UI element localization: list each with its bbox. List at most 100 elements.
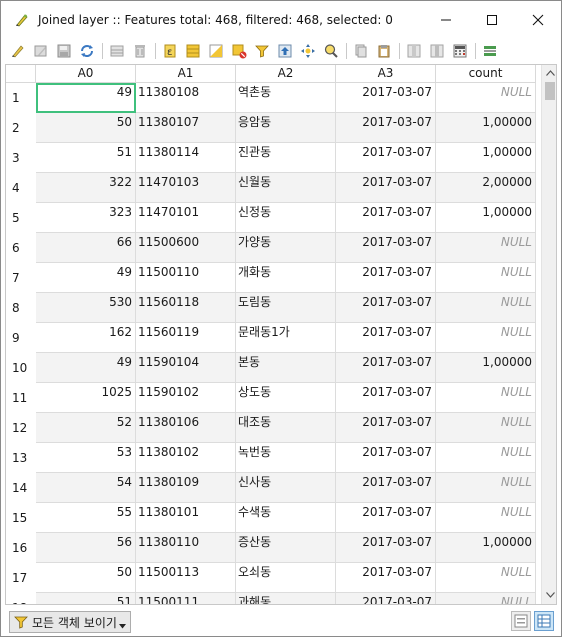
table-cell-a1[interactable]: 11560118 bbox=[136, 293, 236, 323]
table-corner[interactable] bbox=[6, 65, 36, 83]
table-cell-a1[interactable]: 11380101 bbox=[136, 503, 236, 533]
maximize-button[interactable] bbox=[469, 1, 515, 39]
column-header[interactable]: count bbox=[436, 65, 536, 83]
table-cell-a0[interactable]: 49 bbox=[36, 263, 136, 293]
table-cell-a0[interactable]: 49 bbox=[36, 353, 136, 383]
table-cell-a1[interactable]: 11500111 bbox=[136, 593, 236, 604]
table-cell-a2[interactable]: 본동 bbox=[236, 353, 336, 383]
table-cell-a2[interactable]: 상도동 bbox=[236, 383, 336, 413]
table-cell-a0[interactable]: 55 bbox=[36, 503, 136, 533]
table-cell-a0[interactable]: 162 bbox=[36, 323, 136, 353]
row-header[interactable]: 3 bbox=[6, 151, 36, 165]
reload-icon[interactable] bbox=[77, 41, 97, 61]
table-cell-a2[interactable]: 과해동 bbox=[236, 593, 336, 604]
table-cell-count[interactable]: 1,00000 bbox=[436, 113, 536, 143]
table-cell-count[interactable]: NULL bbox=[436, 563, 536, 593]
table-cell-a3[interactable]: 2017-03-07 bbox=[336, 383, 436, 413]
table-cell-a0[interactable]: 54 bbox=[36, 473, 136, 503]
move-selection-top-icon[interactable] bbox=[275, 41, 295, 61]
scroll-up-button[interactable] bbox=[542, 65, 556, 81]
table-cell-a1[interactable]: 11590104 bbox=[136, 353, 236, 383]
column-header[interactable]: A1 bbox=[136, 65, 236, 83]
table-cell-count[interactable]: NULL bbox=[436, 263, 536, 293]
field-calculator-icon[interactable] bbox=[450, 41, 470, 61]
table-cell-a2[interactable]: 오쇠동 bbox=[236, 563, 336, 593]
table-cell-a0[interactable]: 56 bbox=[36, 533, 136, 563]
table-cell-a0[interactable]: 52 bbox=[36, 413, 136, 443]
table-cell-a1[interactable]: 11470101 bbox=[136, 203, 236, 233]
row-header[interactable]: 13 bbox=[6, 451, 36, 465]
table-cell-a0[interactable]: 53 bbox=[36, 443, 136, 473]
scrollbar-thumb[interactable] bbox=[545, 82, 555, 100]
column-header[interactable]: A2 bbox=[236, 65, 336, 83]
column-header[interactable]: A0 bbox=[36, 65, 136, 83]
table-cell-a2[interactable]: 가양동 bbox=[236, 233, 336, 263]
table-cell-a3[interactable]: 2017-03-07 bbox=[336, 143, 436, 173]
form-view-button[interactable] bbox=[511, 611, 531, 631]
row-header[interactable]: 9 bbox=[6, 331, 36, 345]
row-header[interactable]: 14 bbox=[6, 481, 36, 495]
row-header[interactable]: 4 bbox=[6, 181, 36, 195]
table-cell-count[interactable]: NULL bbox=[436, 83, 536, 113]
table-view-button[interactable] bbox=[534, 611, 554, 631]
row-header[interactable]: 17 bbox=[6, 571, 36, 585]
title-bar[interactable]: Joined layer :: Features total: 468, fil… bbox=[1, 1, 561, 39]
table-cell-a0[interactable]: 51 bbox=[36, 143, 136, 173]
table-cell-count[interactable]: 1,00000 bbox=[436, 353, 536, 383]
table-cell-a2[interactable]: 진관동 bbox=[236, 143, 336, 173]
toggle-editing-icon[interactable] bbox=[8, 41, 28, 61]
delete-field-icon[interactable] bbox=[427, 41, 447, 61]
row-header[interactable]: 15 bbox=[6, 511, 36, 525]
close-button[interactable] bbox=[515, 1, 561, 39]
table-cell-a3[interactable]: 2017-03-07 bbox=[336, 353, 436, 383]
zoom-to-selection-icon[interactable] bbox=[321, 41, 341, 61]
table-cell-a1[interactable]: 11380109 bbox=[136, 473, 236, 503]
table-cell-a2[interactable]: 녹번동 bbox=[236, 443, 336, 473]
table-cell-a1[interactable]: 11380102 bbox=[136, 443, 236, 473]
row-header[interactable]: 11 bbox=[6, 391, 36, 405]
table-cell-a0[interactable]: 1025 bbox=[36, 383, 136, 413]
table-cell-a1[interactable]: 11380106 bbox=[136, 413, 236, 443]
table-cell-a2[interactable]: 개화동 bbox=[236, 263, 336, 293]
table-cell-a3[interactable]: 2017-03-07 bbox=[336, 203, 436, 233]
table-cell-a3[interactable]: 2017-03-07 bbox=[336, 503, 436, 533]
filter-select-icon[interactable] bbox=[252, 41, 272, 61]
table-cell-a1[interactable]: 11380108 bbox=[136, 83, 236, 113]
table-cell-count[interactable]: NULL bbox=[436, 593, 536, 604]
table-cell-count[interactable]: NULL bbox=[436, 413, 536, 443]
table-cell-a0[interactable]: 50 bbox=[36, 113, 136, 143]
row-header[interactable]: 1 bbox=[6, 91, 36, 105]
table-cell-a3[interactable]: 2017-03-07 bbox=[336, 413, 436, 443]
table-cell-a0[interactable]: 51 bbox=[36, 593, 136, 604]
table-cell-count[interactable]: 2,00000 bbox=[436, 173, 536, 203]
table-cell-a2[interactable]: 신사동 bbox=[236, 473, 336, 503]
table-cell-count[interactable]: NULL bbox=[436, 473, 536, 503]
table-cell-a1[interactable]: 11590102 bbox=[136, 383, 236, 413]
table-cell-a3[interactable]: 2017-03-07 bbox=[336, 113, 436, 143]
table-cell-a1[interactable]: 11500600 bbox=[136, 233, 236, 263]
table-cell-a0[interactable]: 530 bbox=[36, 293, 136, 323]
table-cell-a1[interactable]: 11560119 bbox=[136, 323, 236, 353]
table-cell-count[interactable]: NULL bbox=[436, 383, 536, 413]
table-cell-a0[interactable]: 50 bbox=[36, 563, 136, 593]
new-field-icon[interactable] bbox=[404, 41, 424, 61]
row-header[interactable]: 2 bbox=[6, 121, 36, 135]
table-cell-count[interactable]: NULL bbox=[436, 443, 536, 473]
table-cell-a3[interactable]: 2017-03-07 bbox=[336, 263, 436, 293]
deselect-all-icon[interactable] bbox=[229, 41, 249, 61]
table-cell-count[interactable]: 1,00000 bbox=[436, 533, 536, 563]
table-cell-a3[interactable]: 2017-03-07 bbox=[336, 563, 436, 593]
table-cell-a3[interactable]: 2017-03-07 bbox=[336, 173, 436, 203]
table-cell-a1[interactable]: 11500113 bbox=[136, 563, 236, 593]
table-cell-count[interactable]: NULL bbox=[436, 323, 536, 353]
table-cell-a0[interactable]: 66 bbox=[36, 233, 136, 263]
feature-filter-button[interactable]: 모든 객체 보이기 bbox=[9, 611, 131, 633]
paste-icon[interactable] bbox=[374, 41, 394, 61]
row-header[interactable]: 12 bbox=[6, 421, 36, 435]
select-by-expression-icon[interactable]: ε bbox=[160, 41, 180, 61]
add-feature-icon[interactable] bbox=[107, 41, 127, 61]
table-cell-a3[interactable]: 2017-03-07 bbox=[336, 233, 436, 263]
table-cell-a1[interactable]: 11380110 bbox=[136, 533, 236, 563]
table-cell-a2[interactable]: 대조동 bbox=[236, 413, 336, 443]
row-header[interactable]: 8 bbox=[6, 301, 36, 315]
